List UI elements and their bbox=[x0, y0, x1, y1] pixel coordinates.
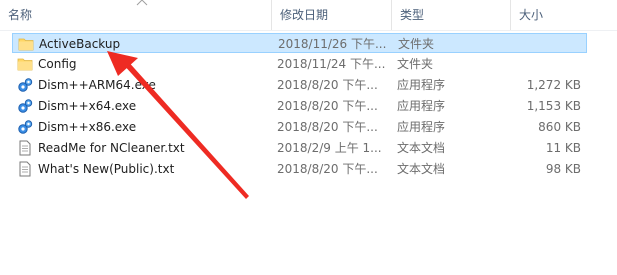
file-type: 应用程序 bbox=[397, 78, 446, 92]
file-row[interactable]: Dism++x64.exe 2018/8/20 下午... 应用程序 1,153… bbox=[12, 96, 587, 116]
file-type: 文本文档 bbox=[397, 162, 446, 176]
text-file-icon bbox=[19, 161, 31, 177]
file-type: 文本文档 bbox=[397, 141, 446, 155]
file-name: Dism++x64.exe bbox=[38, 99, 137, 113]
file-row[interactable]: What's New(Public).txt 2018/8/20 下午... 文… bbox=[12, 159, 587, 179]
column-header-size[interactable]: 大小 bbox=[510, 0, 617, 30]
exe-gear-icon bbox=[18, 99, 33, 113]
file-type: 应用程序 bbox=[397, 99, 446, 113]
column-header-type[interactable]: 类型 bbox=[391, 0, 510, 30]
file-date: 2018/11/26 下午... bbox=[278, 37, 386, 51]
file-row[interactable]: Dism++ARM64.exe 2018/8/20 下午... 应用程序 1,2… bbox=[12, 75, 587, 95]
file-name: Dism++x86.exe bbox=[38, 120, 137, 134]
file-size: 1,272 KB bbox=[526, 78, 581, 92]
file-date: 2018/8/20 下午... bbox=[277, 78, 378, 92]
file-size: 1,153 KB bbox=[526, 99, 581, 113]
file-name: Config bbox=[38, 57, 77, 71]
folder-icon bbox=[18, 38, 34, 51]
file-type: 文件夹 bbox=[397, 57, 434, 71]
file-date: 2018/11/24 下午... bbox=[277, 57, 385, 71]
file-type: 应用程序 bbox=[397, 120, 446, 134]
folder-icon bbox=[17, 58, 33, 71]
file-date: 2018/8/20 下午... bbox=[277, 120, 378, 134]
file-date: 2018/8/20 下午... bbox=[277, 99, 378, 113]
file-row[interactable]: ActiveBackup 2018/11/26 下午... 文件夹 bbox=[12, 33, 587, 53]
text-file-icon bbox=[19, 140, 31, 156]
column-header-bar: 名称 修改日期 类型 大小 bbox=[0, 0, 617, 31]
column-header-date[interactable]: 修改日期 bbox=[271, 0, 391, 30]
file-row[interactable]: Config 2018/11/24 下午... 文件夹 bbox=[12, 54, 587, 74]
column-header-name[interactable]: 名称 bbox=[0, 0, 271, 30]
file-name: ReadMe for NCleaner.txt bbox=[38, 141, 185, 155]
exe-gear-icon bbox=[18, 120, 33, 134]
file-size: 860 KB bbox=[538, 120, 581, 134]
file-row[interactable]: ReadMe for NCleaner.txt 2018/2/9 上午 1...… bbox=[12, 138, 587, 158]
file-date: 2018/2/9 上午 1... bbox=[277, 141, 382, 155]
file-size: 98 KB bbox=[545, 162, 581, 176]
file-name: Dism++ARM64.exe bbox=[38, 78, 156, 92]
exe-gear-icon bbox=[18, 78, 33, 92]
file-date: 2018/8/20 下午... bbox=[277, 162, 378, 176]
file-size: 11 KB bbox=[545, 141, 581, 155]
file-row[interactable]: Dism++x86.exe 2018/8/20 下午... 应用程序 860 K… bbox=[12, 117, 587, 137]
file-type: 文件夹 bbox=[398, 37, 435, 51]
file-name: What's New(Public).txt bbox=[38, 162, 175, 176]
file-name: ActiveBackup bbox=[39, 37, 121, 51]
